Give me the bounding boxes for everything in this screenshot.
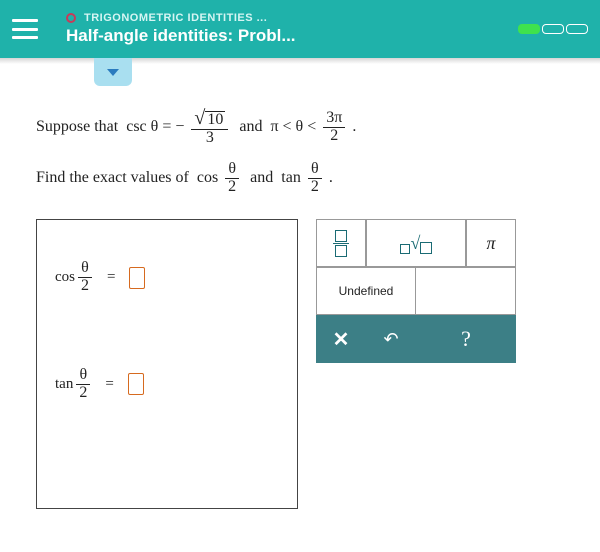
tan-answer-row: tan θ 2 =	[55, 367, 279, 402]
breadcrumb: TRIGONOMETRIC IDENTITIES ...	[66, 12, 518, 24]
line1-fraction-2: 3π 2	[323, 110, 345, 145]
line2-fraction-2: θ 2	[308, 161, 322, 196]
keypad-pi-button[interactable]: π	[466, 219, 516, 267]
keypad-blank	[416, 267, 516, 315]
line1-fraction-1: √10 3	[191, 108, 228, 147]
cos-answer-row: cos θ 2 =	[55, 260, 279, 295]
keypad: √ π Undefined ✕ ↶ ?	[316, 219, 516, 363]
answer-box: cos θ 2 = tan θ 2 =	[36, 219, 298, 509]
keypad-nthroot-button[interactable]: √	[366, 219, 466, 267]
line1-suffix: .	[348, 118, 356, 136]
breadcrumb-text: TRIGONOMETRIC IDENTITIES ...	[84, 12, 267, 24]
line1-mid: and π < θ <	[231, 118, 320, 136]
progress-seg	[566, 24, 588, 34]
tan-label: tan	[55, 376, 73, 393]
record-icon	[66, 13, 76, 23]
keypad-fraction-button[interactable]	[316, 219, 366, 267]
cos-input[interactable]	[129, 267, 145, 289]
content-area: Suppose that csc θ = − √10 3 and π < θ <…	[0, 64, 600, 529]
problem-line-1: Suppose that csc θ = − √10 3 and π < θ <…	[36, 108, 580, 147]
progress-seg	[542, 24, 564, 34]
header-titles: TRIGONOMETRIC IDENTITIES ... Half-angle …	[66, 12, 518, 46]
clear-icon: ✕	[333, 327, 350, 352]
cos-half-fraction: θ 2	[78, 260, 92, 295]
progress-indicator	[518, 24, 588, 34]
sqrt-icon: √	[400, 233, 433, 254]
keypad-help-button[interactable]: ?	[416, 315, 516, 363]
page-title: Half-angle identities: Probl...	[66, 26, 518, 46]
menu-icon[interactable]	[12, 19, 38, 39]
answer-area: cos θ 2 = tan θ 2 =	[36, 219, 580, 509]
keypad-undo-button[interactable]: ↶	[366, 315, 416, 363]
undo-icon: ↶	[383, 329, 398, 350]
line2-fraction-1: θ 2	[225, 161, 239, 196]
tan-half-fraction: θ 2	[76, 367, 90, 402]
equals-sign: =	[107, 269, 115, 286]
app-header: TRIGONOMETRIC IDENTITIES ... Half-angle …	[0, 0, 600, 58]
fraction-icon	[333, 230, 349, 257]
pi-symbol: π	[486, 233, 495, 254]
cos-label: cos	[55, 269, 75, 286]
line2-suffix: .	[325, 169, 333, 187]
line2-mid: and tan	[242, 169, 305, 187]
tan-input[interactable]	[128, 373, 144, 395]
keypad-clear-button[interactable]: ✕	[316, 315, 366, 363]
problem-line-2: Find the exact values of cos θ 2 and tan…	[36, 161, 580, 196]
progress-seg-done	[518, 24, 540, 34]
equals-sign: =	[105, 376, 113, 393]
chevron-down-icon	[107, 69, 119, 76]
keypad-undefined-button[interactable]: Undefined	[316, 267, 416, 315]
line2-prefix: Find the exact values of cos	[36, 169, 222, 187]
dropdown-tab[interactable]	[94, 58, 132, 86]
line1-prefix: Suppose that csc θ = −	[36, 118, 188, 136]
